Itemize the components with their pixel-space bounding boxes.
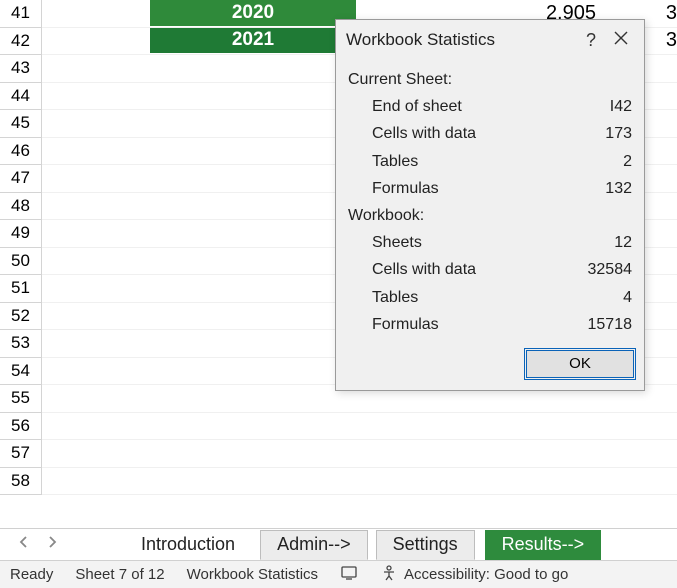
stat-value: 12 (562, 229, 632, 256)
row-cells[interactable] (42, 413, 677, 441)
display-settings-icon (340, 569, 358, 586)
dialog-title: Workbook Statistics (346, 30, 576, 50)
status-workbook-statistics[interactable]: Workbook Statistics (187, 566, 318, 583)
dialog-buttons: OK (336, 342, 644, 390)
accessibility-icon (380, 564, 398, 586)
row-header[interactable]: 57 (0, 440, 42, 468)
row-header[interactable]: 46 (0, 138, 42, 166)
stat-formulas-wb: Formulas 15718 (348, 311, 632, 338)
stat-label: End of sheet (372, 93, 562, 120)
close-button[interactable] (606, 25, 636, 55)
stat-value: 132 (562, 175, 632, 202)
tab-results[interactable]: Results--> (485, 530, 602, 560)
stat-label: Cells with data (372, 120, 562, 147)
chevron-left-icon (19, 535, 29, 554)
stat-label: Tables (372, 284, 562, 311)
status-accessibility-label: Accessibility: Good to go (404, 566, 568, 583)
status-sheet-count: Sheet 7 of 12 (75, 566, 164, 583)
tab-nav-prev[interactable] (10, 531, 38, 559)
stat-tables-wb: Tables 4 (348, 284, 632, 311)
row-header[interactable]: 41 (0, 0, 42, 28)
status-ready: Ready (10, 566, 53, 583)
cell-edge[interactable]: 3 (657, 0, 677, 27)
stat-label: Cells with data (372, 256, 562, 283)
row-header[interactable]: 56 (0, 413, 42, 441)
workbook-label: Workbook: (348, 202, 632, 229)
row-header[interactable]: 52 (0, 303, 42, 331)
display-settings-button[interactable] (340, 564, 358, 586)
stat-value: 2 (562, 148, 632, 175)
row-header[interactable]: 51 (0, 275, 42, 303)
cell-edge[interactable]: 3 (657, 28, 677, 55)
stat-formulas-sheet: Formulas 132 (348, 175, 632, 202)
stat-value: 4 (562, 284, 632, 311)
dialog-titlebar[interactable]: Workbook Statistics ? (336, 20, 644, 60)
row-header[interactable]: 54 (0, 358, 42, 386)
dialog-body: Current Sheet: End of sheet I42 Cells wi… (336, 60, 644, 342)
current-sheet-label: Current Sheet: (348, 66, 632, 93)
stat-cells-with-data-wb: Cells with data 32584 (348, 256, 632, 283)
row-header[interactable]: 45 (0, 110, 42, 138)
stat-cells-with-data-sheet: Cells with data 173 (348, 120, 632, 147)
stat-label: Sheets (372, 229, 562, 256)
tab-nav-next[interactable] (38, 531, 66, 559)
stat-value: 32584 (562, 256, 632, 283)
stat-value: 15718 (562, 311, 632, 338)
status-accessibility[interactable]: Accessibility: Good to go (380, 564, 568, 586)
row-header[interactable]: 55 (0, 385, 42, 413)
stat-label: Formulas (372, 175, 562, 202)
row-header[interactable]: 42 (0, 28, 42, 56)
cell-year-2020[interactable]: 2020 (150, 0, 356, 27)
row-header[interactable]: 43 (0, 55, 42, 83)
row-header[interactable]: 50 (0, 248, 42, 276)
row-header[interactable]: 44 (0, 83, 42, 111)
tab-settings[interactable]: Settings (376, 530, 475, 560)
row-cells[interactable] (42, 440, 677, 468)
stat-label: Tables (372, 148, 562, 175)
stat-end-of-sheet: End of sheet I42 (348, 93, 632, 120)
stat-label: Formulas (372, 311, 562, 338)
row-header[interactable]: 47 (0, 165, 42, 193)
tab-introduction[interactable]: Introduction (124, 530, 252, 560)
workbook-statistics-dialog: Workbook Statistics ? Current Sheet: End… (335, 19, 645, 391)
tab-admin[interactable]: Admin--> (260, 530, 368, 560)
row-header[interactable]: 53 (0, 330, 42, 358)
row-header[interactable]: 48 (0, 193, 42, 221)
row-header[interactable]: 58 (0, 468, 42, 496)
stat-value: 173 (562, 120, 632, 147)
row-cells[interactable] (42, 468, 677, 496)
stat-sheets: Sheets 12 (348, 229, 632, 256)
help-button[interactable]: ? (576, 25, 606, 55)
stat-value: I42 (562, 93, 632, 120)
sheet-tabs-bar: Introduction Admin--> Settings Results--… (0, 528, 677, 560)
status-bar: Ready Sheet 7 of 12 Workbook Statistics … (0, 560, 677, 588)
cell-year-2021[interactable]: 2021 (150, 28, 356, 55)
stat-tables-sheet: Tables 2 (348, 148, 632, 175)
chevron-right-icon (47, 535, 57, 554)
ok-button[interactable]: OK (526, 350, 634, 378)
row-header[interactable]: 49 (0, 220, 42, 248)
close-icon (614, 31, 628, 50)
